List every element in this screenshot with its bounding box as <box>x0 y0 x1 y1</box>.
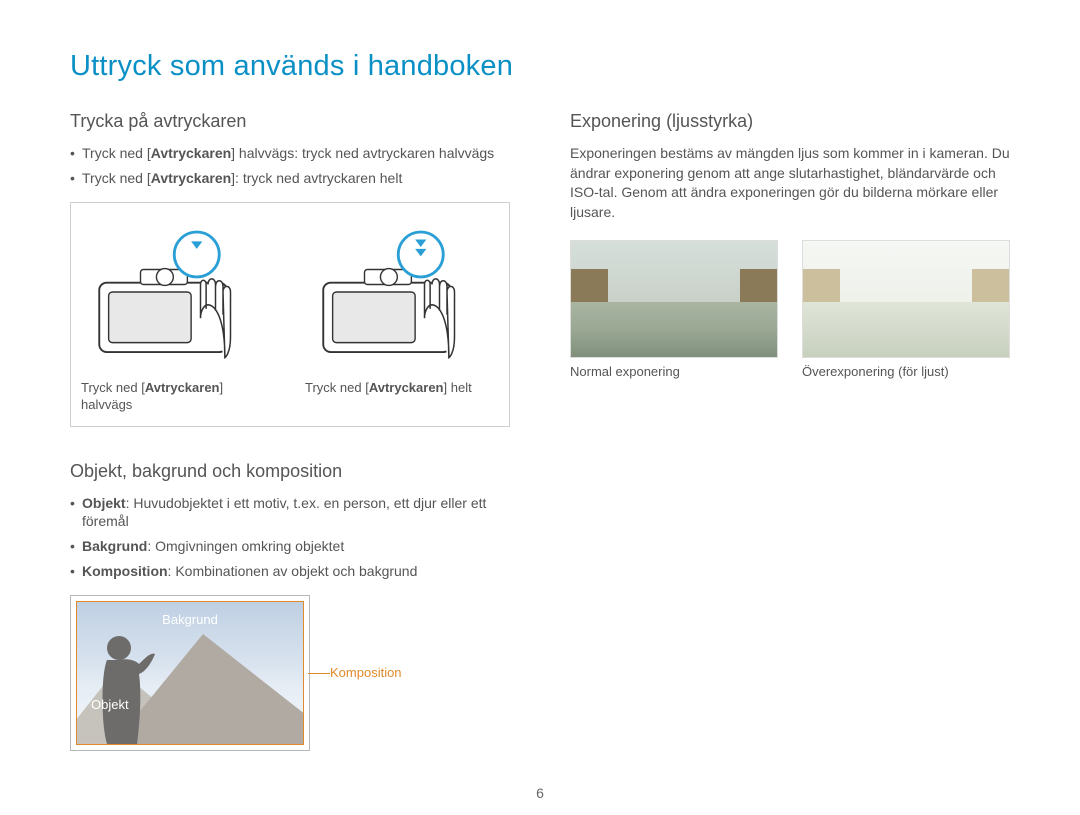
label-komposition: Komposition <box>330 665 402 680</box>
composition-bullets: Objekt: Huvudobjektet i ett motiv, t.ex.… <box>70 494 510 582</box>
camera-full-press-icon <box>305 217 499 367</box>
exposure-examples: Normal exponering Överexponering (för lj… <box>570 240 1010 379</box>
camera-half-press-icon <box>81 217 275 367</box>
page-title: Uttryck som används i handboken <box>70 50 1010 83</box>
shutter-bullets: Tryck ned [Avtryckaren] halvvägs: tryck … <box>70 144 510 188</box>
exposure-paragraph: Exponeringen bestäms av mängden ljus som… <box>570 144 1010 222</box>
shutter-caption-half: Tryck ned [Avtryckaren] halvvägs <box>81 380 275 414</box>
exposure-image-normal <box>570 240 778 358</box>
shutter-bullet-2: Tryck ned [Avtryckaren]: tryck ned avtry… <box>70 169 510 188</box>
shutter-heading: Trycka på avtryckaren <box>70 111 510 132</box>
shutter-caption-full: Tryck ned [Avtryckaren] helt <box>305 380 499 397</box>
label-bakgrund: Bakgrund <box>162 612 218 627</box>
exposure-caption-normal: Normal exponering <box>570 364 778 379</box>
page-number: 6 <box>536 785 544 801</box>
composition-bullet-komposition: Komposition: Kombinationen av objekt och… <box>70 562 510 581</box>
exposure-image-over <box>802 240 1010 358</box>
shutter-illustration-box: Tryck ned [Avtryckaren] halvvägs Tryck n… <box>70 202 510 427</box>
exposure-heading: Exponering (ljusstyrka) <box>570 111 1010 132</box>
exposure-caption-over: Överexponering (för ljust) <box>802 364 1010 379</box>
composition-heading: Objekt, bakgrund och komposition <box>70 461 510 482</box>
shutter-bullet-1: Tryck ned [Avtryckaren] halvvägs: tryck … <box>70 144 510 163</box>
person-silhouette-icon <box>91 634 161 744</box>
right-column: Exponering (ljusstyrka) Exponeringen bes… <box>570 111 1010 751</box>
composition-bullet-objekt: Objekt: Huvudobjektet i ett motiv, t.ex.… <box>70 494 510 532</box>
composition-illustration: Bakgrund Objekt Komposition <box>70 595 510 751</box>
label-objekt: Objekt <box>91 697 129 712</box>
left-column: Trycka på avtryckaren Tryck ned [Avtryck… <box>70 111 510 751</box>
composition-pointer-line <box>308 673 330 674</box>
composition-bullet-bakgrund: Bakgrund: Omgivningen omkring objektet <box>70 537 510 556</box>
